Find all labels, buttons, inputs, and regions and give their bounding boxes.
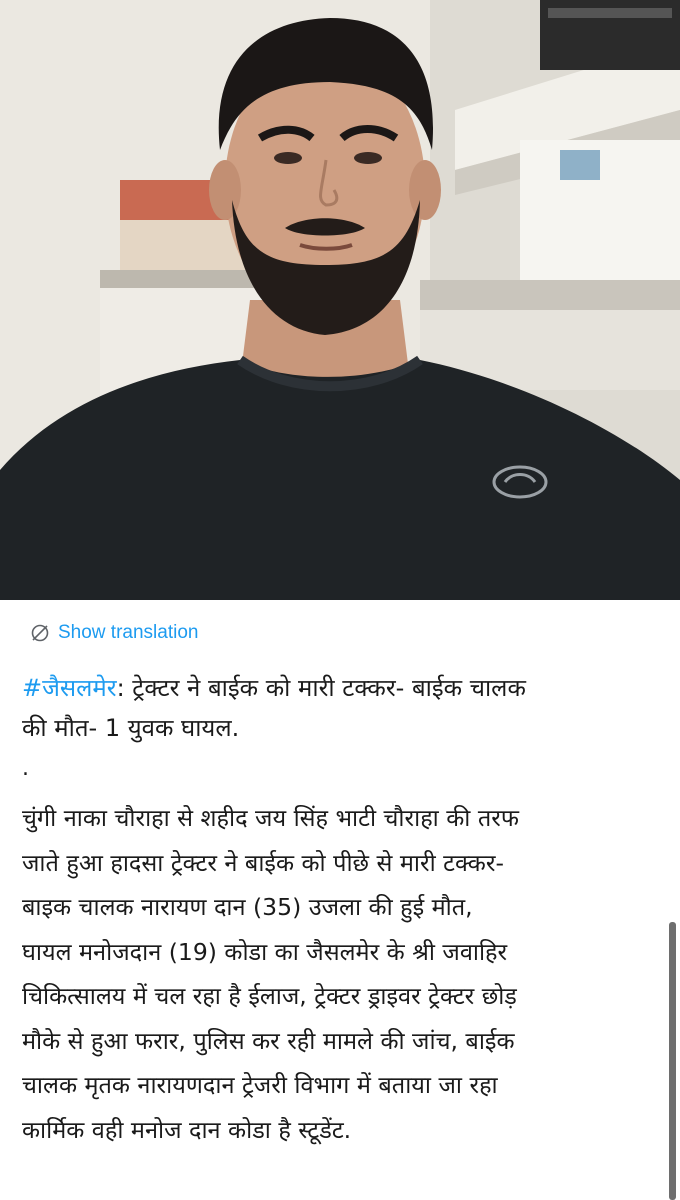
show-translation-link[interactable]: Show translation <box>30 622 198 644</box>
body-line: बाइक चालक नारायण दान (35) उजला की हुई मौ… <box>22 893 473 921</box>
body-line: मौके से हुआ फरार, पुलिस कर रही मामले की … <box>22 1026 515 1055</box>
body-line: घायल मनोजदान (19) कोडा का जैसलमेर के श्र… <box>22 937 508 966</box>
body-line: कार्मिक वही मनोज दान कोडा है स्टूडेंट. <box>22 1115 352 1144</box>
body-line: जाते हुआ हादसा ट्रेक्टर ने बाईक को पीछे … <box>22 848 504 877</box>
post-body: Show translation #जैसलमेर: ट्रेक्टर ने ब… <box>0 600 680 1200</box>
hashtag-link[interactable]: #जैसलमेर <box>22 674 117 702</box>
post-body-text: चुंगी नाका चौराहा से शहीद जय सिंह भाटी च… <box>22 796 662 1152</box>
body-line: चालक मृतक नारायणदान ट्रेजरी विभाग में बत… <box>22 1071 498 1099</box>
body-line: चिकित्सालय में चल रहा है ईलाज, ट्रेक्टर … <box>22 982 517 1010</box>
post-screen: Show translation #जैसलमेर: ट्रेक्टर ने ब… <box>0 0 680 1200</box>
trailing-dot: . <box>22 1184 29 1200</box>
person-photo-illustration <box>0 0 680 600</box>
post-photo[interactable] <box>0 0 680 600</box>
headline-text: : ट्रेक्टर ने बाईक को मारी टक्कर- बाईक च… <box>116 674 526 702</box>
separator-dot: . <box>22 756 29 781</box>
body-line: चुंगी नाका चौराहा से शहीद जय सिंह भाटी च… <box>22 804 519 832</box>
post-headline: #जैसलमेर: ट्रेक्टर ने बाईक को मारी टक्कर… <box>22 668 662 748</box>
globe-slash-icon <box>31 624 49 642</box>
scrollbar-thumb[interactable] <box>669 922 676 1200</box>
headline-text-line2: की मौत- 1 युवक घायल. <box>22 714 240 742</box>
show-translation-label: Show translation <box>58 622 199 643</box>
